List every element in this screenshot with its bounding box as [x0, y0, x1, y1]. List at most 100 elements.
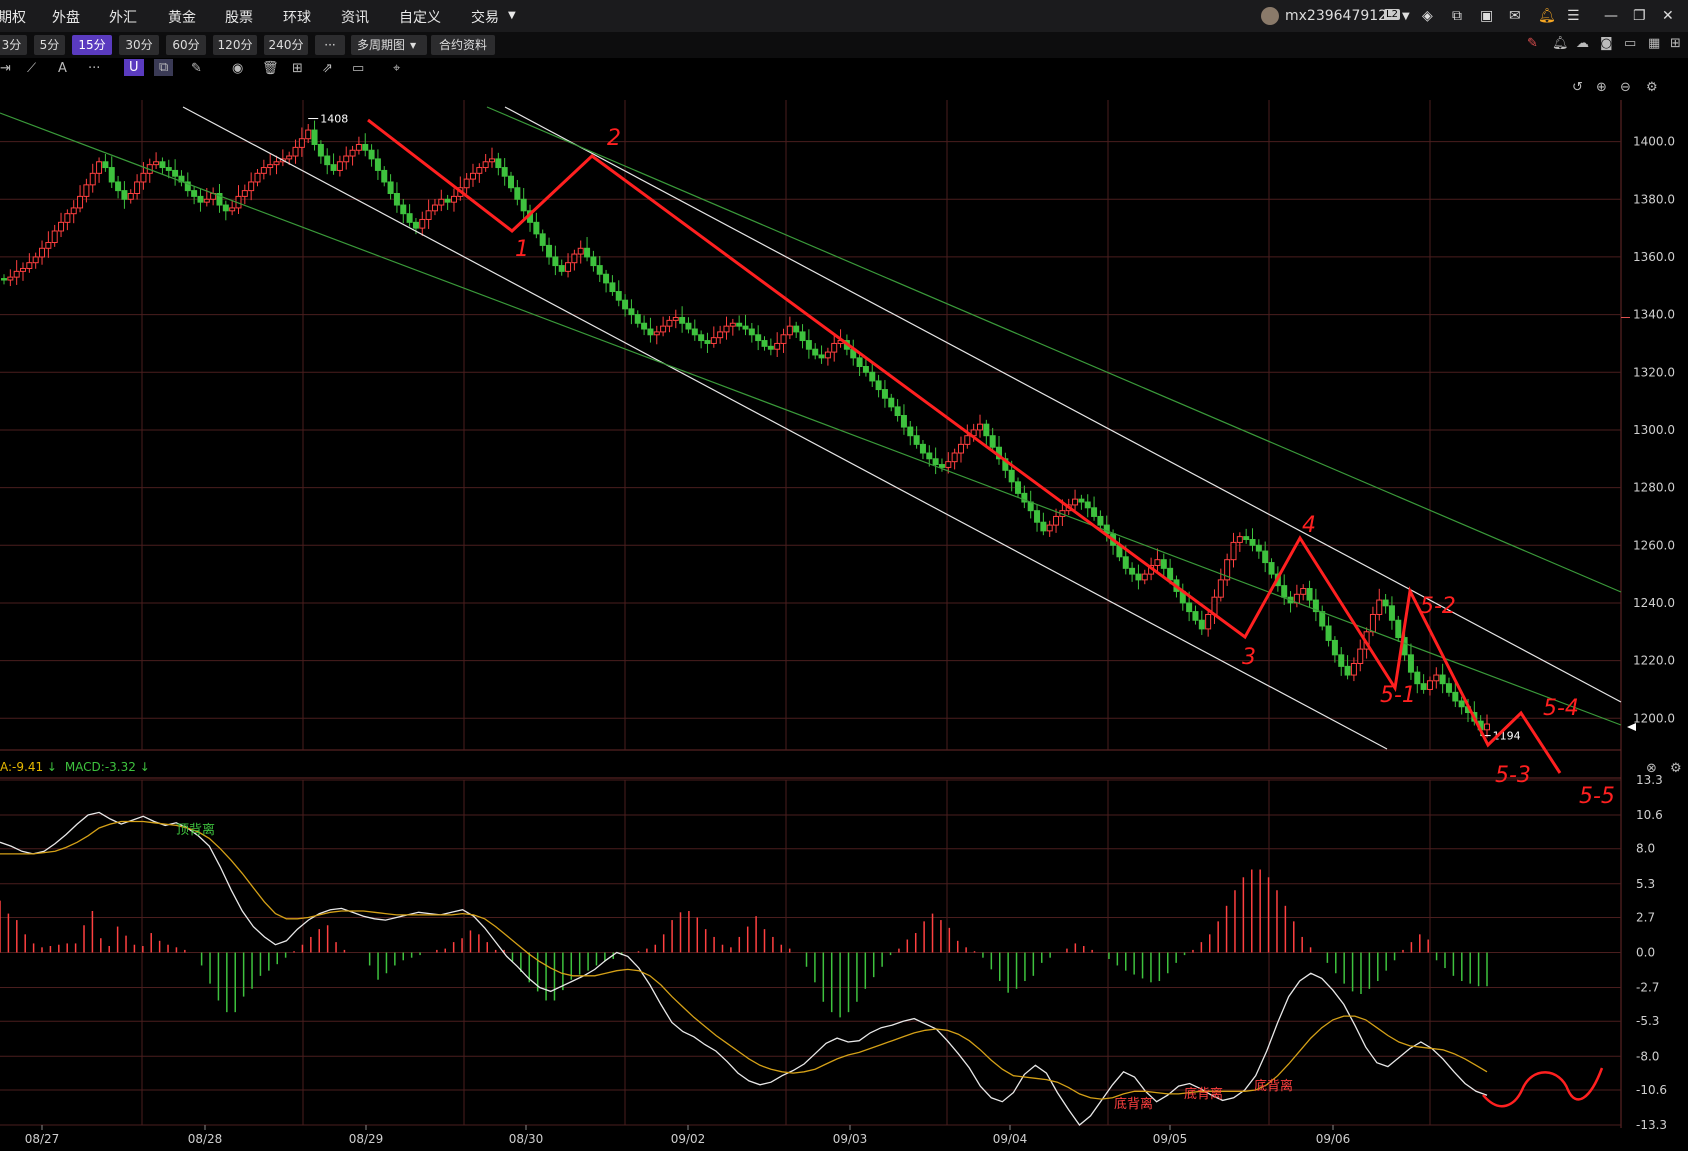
price-tick-label: 1280.0 — [1633, 481, 1675, 495]
date-label: 09/03 — [833, 1132, 868, 1146]
candle-body — [438, 198, 445, 206]
candle-body — [292, 146, 299, 157]
price-tick-label: 1320.0 — [1633, 365, 1675, 379]
macd-tick-label: -8.0 — [1636, 1049, 1659, 1063]
candle-body — [203, 198, 210, 203]
candle-body — [1243, 536, 1250, 541]
candle-body — [1217, 579, 1224, 598]
candle-body — [1053, 515, 1060, 526]
candle-body — [1426, 680, 1433, 690]
candle-body — [533, 221, 540, 235]
candle-body — [1072, 498, 1079, 506]
candle-body — [1325, 625, 1332, 641]
candle-body — [400, 204, 407, 215]
candle-body — [1319, 611, 1326, 627]
candle-body — [558, 265, 565, 272]
candle-body — [431, 204, 438, 212]
candle-body — [362, 143, 369, 151]
candle-body — [197, 195, 204, 203]
candle-body — [1097, 515, 1104, 526]
candle-body — [831, 342, 838, 353]
hand-drawn-curve — [1482, 1067, 1604, 1108]
candle-body — [260, 167, 267, 174]
candle-body — [476, 167, 483, 174]
candle-body — [932, 458, 939, 466]
indicator-close-icon[interactable]: ⊗ — [1646, 761, 1657, 776]
candle-body — [298, 138, 305, 148]
candle-body — [824, 351, 831, 359]
candle-body — [374, 158, 381, 171]
candle-body — [222, 204, 229, 212]
macd-tick-label: 8.0 — [1636, 842, 1655, 856]
candle-body — [1192, 611, 1199, 621]
macd-tick-label: 5.3 — [1636, 877, 1655, 891]
candle-body — [812, 348, 819, 356]
zoom-in-icon[interactable]: ⊕ — [1596, 80, 1607, 95]
candle-body — [1249, 539, 1256, 546]
zoom-out-icon[interactable]: ⊖ — [1620, 80, 1631, 95]
wave-label: 5-5 — [1579, 784, 1615, 809]
candle-body — [495, 158, 502, 169]
chart-settings-icon[interactable]: ⚙ — [1646, 80, 1658, 95]
candle-body — [96, 161, 103, 174]
candle-body — [704, 340, 711, 344]
candle-body — [1306, 588, 1313, 601]
candle-body — [83, 184, 90, 197]
candlestick-series: 14081194 — [1, 113, 1521, 743]
macd-panel: 顶背离底背离底背离底背离 — [0, 811, 1604, 1126]
candle-body — [628, 308, 635, 316]
candle-body — [641, 322, 648, 330]
candle-body — [514, 187, 521, 200]
candle-body — [381, 169, 388, 183]
macd-value: MACD:-3.32 — [64, 760, 136, 774]
candle-body — [108, 167, 115, 183]
macd-tick-label: 2.7 — [1636, 910, 1655, 924]
high-marker-label: 1408 — [320, 113, 348, 126]
candle-body — [875, 380, 882, 391]
candle-body — [964, 435, 971, 445]
candle-body — [469, 172, 476, 180]
candle-body — [520, 198, 527, 212]
candle-body — [1008, 469, 1015, 483]
candle-body — [723, 325, 730, 333]
candle-body — [539, 233, 546, 246]
candle-body — [1034, 510, 1041, 523]
wave-label: 5-2 — [1420, 594, 1456, 619]
candle-body — [698, 334, 705, 342]
candle-body — [717, 331, 724, 339]
elliott-wave-path — [367, 118, 1562, 774]
candle-body — [1338, 654, 1345, 667]
candle-body — [666, 319, 673, 327]
candle-body — [482, 161, 489, 169]
candle-body — [818, 354, 825, 359]
chart-canvas[interactable]: 14081194 12345-15-25-35-45-5 顶背离底背离底背离底背… — [0, 0, 1688, 1151]
candle-body — [140, 172, 147, 183]
candle-body — [869, 371, 876, 382]
candle-body — [343, 155, 350, 163]
candle-body — [127, 193, 134, 200]
candle-body — [305, 129, 312, 140]
candle-body — [387, 181, 394, 195]
candle-body — [679, 316, 686, 324]
candle-body — [1331, 639, 1338, 656]
divergence-label: 底背离 — [1184, 1086, 1223, 1102]
price-axis: 1400.0 1380.0 1360.0 1340.0 1320.0 1300.0 1280… — [1621, 135, 1675, 1132]
candle-body — [799, 331, 806, 342]
candle-body — [286, 155, 293, 160]
candle-body — [1129, 567, 1136, 575]
candle-body — [64, 213, 71, 223]
candle-body — [1281, 585, 1288, 598]
candle-body — [1, 278, 7, 281]
date-label: 08/27 — [25, 1132, 60, 1146]
current-price-pointer — [1627, 723, 1636, 731]
candle-body — [634, 314, 641, 324]
candle-body — [444, 198, 451, 203]
candle-body — [615, 291, 622, 301]
candle-body — [425, 210, 432, 220]
trend-channels — [0, 106, 1622, 750]
candle-body — [653, 331, 660, 336]
undo-icon[interactable]: ↺ — [1572, 80, 1583, 95]
candle-body — [1350, 662, 1357, 676]
indicator-settings-icon[interactable]: ⚙ — [1670, 761, 1682, 776]
candle-body — [1154, 559, 1161, 566]
